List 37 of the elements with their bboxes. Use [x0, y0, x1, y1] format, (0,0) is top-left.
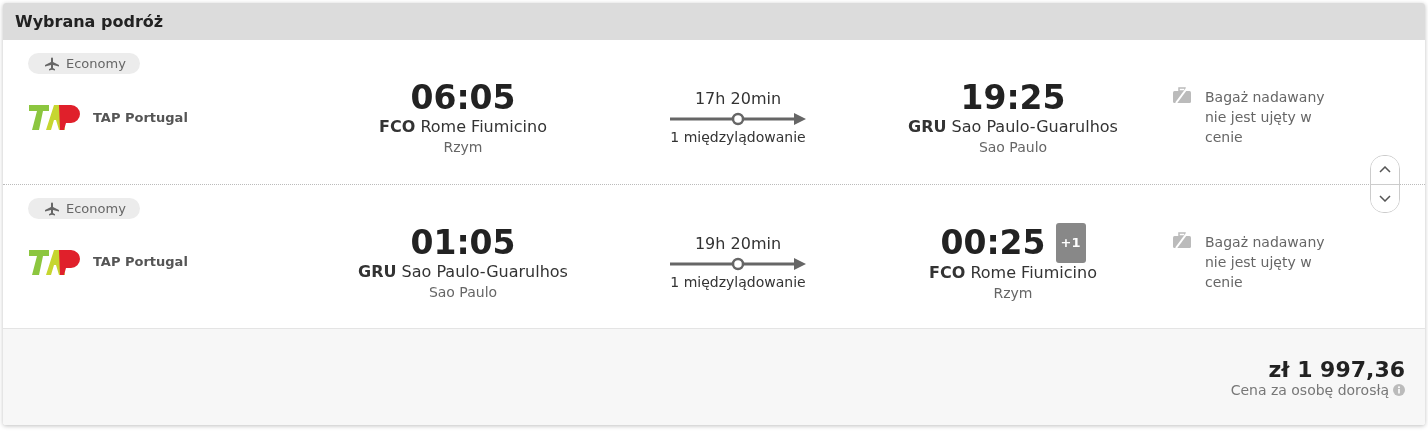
- airline-logo: [29, 102, 81, 132]
- arrival-airport: GRU Sao Paulo-Guarulhos: [908, 117, 1118, 136]
- arrival-time: 19:25: [960, 79, 1066, 117]
- chevron-down-icon: [1379, 194, 1391, 202]
- arrival-time: 00:25: [940, 223, 1046, 262]
- arrival-airport: FCO Rome Fiumicino: [929, 262, 1097, 282]
- route-arrow-icon: [670, 256, 806, 271]
- baggage-note: Bagaż nadawany nie jest ujęty w cenie: [1205, 232, 1326, 292]
- total-price: zł 1 997,36: [1268, 357, 1405, 382]
- chevron-up-icon: [1379, 166, 1391, 174]
- info-icon[interactable]: [1393, 384, 1405, 396]
- price-note: Cena za osobę dorosłą: [1230, 382, 1389, 398]
- airplane-icon: [44, 201, 60, 216]
- departure-city: Rzym: [443, 139, 483, 155]
- stops-count: 1 międzylądowanie: [670, 273, 806, 290]
- cabin-class-badge: Economy: [28, 198, 140, 219]
- arrival-city: Rzym: [993, 284, 1033, 301]
- departure-airport: FCO Rome Fiumicino: [379, 117, 547, 136]
- airline-name: TAP Portugal: [93, 254, 188, 269]
- route-arrow-icon: [670, 112, 806, 126]
- airplane-icon: [44, 56, 60, 71]
- airline-name: TAP Portugal: [93, 109, 188, 125]
- scroll-down-button[interactable]: [1371, 183, 1399, 212]
- no-baggage-icon: [1173, 87, 1191, 103]
- panel-title: Wybrana podróż: [15, 12, 164, 31]
- departure-city: Sao Paulo: [428, 283, 498, 300]
- no-baggage-icon: [1173, 231, 1191, 248]
- flight-duration: 17h 20min: [694, 89, 782, 108]
- arrival-city: Sao Paulo: [978, 139, 1048, 155]
- departure-time: 06:05: [410, 79, 516, 117]
- next-day-badge: +1: [1055, 222, 1086, 263]
- stops-count: 1 międzylądowanie: [670, 129, 806, 145]
- departure-time: 01:05: [410, 223, 516, 262]
- cabin-class-badge: Economy: [28, 53, 140, 74]
- baggage-note: Bagaż nadawany nie jest ujęty w cenie: [1205, 88, 1326, 147]
- flight-duration: 19h 20min: [694, 233, 782, 253]
- departure-airport: GRU Sao Paulo-Guarulhos: [358, 261, 568, 281]
